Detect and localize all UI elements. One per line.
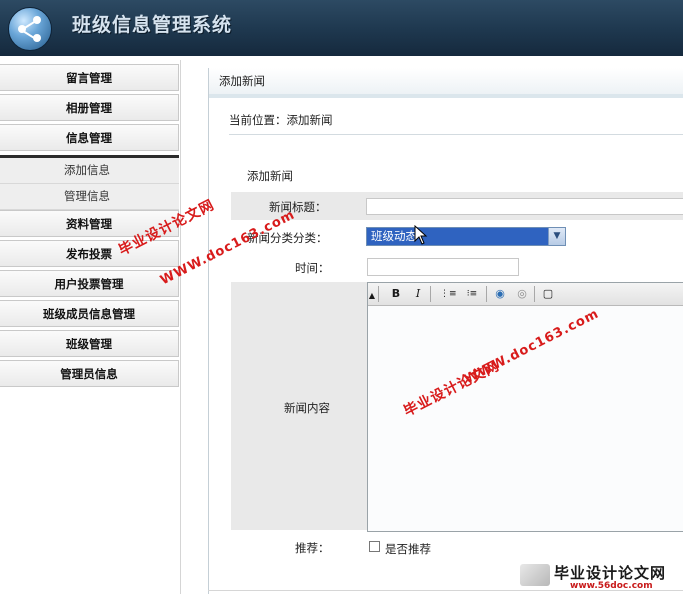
logo-icon — [8, 7, 52, 51]
breadcrumb: 当前位置：添加新闻 — [229, 113, 333, 127]
submenu-item-add-info[interactable]: 添加信息 — [0, 158, 179, 184]
unordered-list-icon[interactable]: ⁝≡ — [464, 286, 480, 302]
sidebar-item-members[interactable]: 班级成员信息管理 — [0, 300, 179, 327]
toolbar-separator — [486, 286, 487, 302]
time-input[interactable] — [367, 258, 519, 276]
toolbar-grip-icon: ▲ — [368, 291, 376, 300]
sidebar-item-classes[interactable]: 班级管理 — [0, 330, 179, 357]
ordered-list-icon[interactable]: ⋮≡ — [440, 286, 457, 302]
panel-title: 添加新闻 — [209, 68, 683, 98]
sidebar-item-user-votes[interactable]: 用户投票管理 — [0, 270, 179, 297]
submenu-info: 添加信息 管理信息 — [0, 155, 179, 211]
toolbar-separator — [534, 286, 535, 302]
recommend-label: 推荐： — [295, 541, 330, 555]
unlink-icon[interactable]: ◎ — [514, 286, 530, 302]
footer-watermark-url: www.56doc.com — [570, 581, 653, 591]
sidebar-divider — [180, 60, 181, 594]
app-title: 班级信息管理系统 — [72, 14, 233, 36]
submenu-item-manage-info[interactable]: 管理信息 — [0, 184, 179, 210]
news-category-value: 班级动态 — [371, 229, 417, 243]
news-title-input[interactable] — [366, 198, 683, 215]
recommend-checkbox[interactable] — [369, 541, 380, 552]
news-category-select[interactable]: 班级动态 ▼ — [366, 227, 566, 246]
cursor-icon — [414, 225, 428, 245]
editor-toolbar: ▲ B I ⋮≡ ⁝≡ ◉ ◎ ▢ — [368, 283, 683, 306]
toolbar-separator — [378, 286, 379, 302]
content-label: 新闻内容 — [284, 401, 330, 415]
toolbar-separator — [430, 286, 431, 302]
footer-watermark: 毕业设计论文网 www.56doc.com — [520, 560, 683, 594]
recommend-option-label: 是否推荐 — [385, 542, 431, 556]
section-title: 添加新闻 — [247, 169, 293, 183]
chevron-down-icon[interactable]: ▼ — [548, 228, 565, 245]
italic-icon[interactable]: I — [410, 286, 426, 302]
sidebar-item-admin[interactable]: 管理员信息 — [0, 360, 179, 387]
sidebar-item-albums[interactable]: 相册管理 — [0, 94, 179, 121]
sidebar-item-info[interactable]: 信息管理 — [0, 124, 179, 151]
bold-icon[interactable]: B — [388, 286, 404, 302]
main-panel: 添加新闻 当前位置：添加新闻 添加新闻 新闻标题： 新闻分类分类： 班级动态 ▼… — [208, 68, 683, 594]
footer-watermark-title: 毕业设计论文网 — [554, 564, 667, 582]
link-icon[interactable]: ◉ — [492, 286, 508, 302]
time-label: 时间： — [295, 261, 330, 275]
app-header: 班级信息管理系统 — [0, 0, 683, 56]
sidebar-item-messages[interactable]: 留言管理 — [0, 64, 179, 91]
divider — [229, 134, 683, 135]
source-icon[interactable]: ▢ — [540, 286, 556, 302]
sidebar: 留言管理 相册管理 信息管理 添加信息 管理信息 资料管理 发布投票 用户投票管… — [0, 60, 181, 594]
watermark-logo-icon — [520, 564, 550, 586]
